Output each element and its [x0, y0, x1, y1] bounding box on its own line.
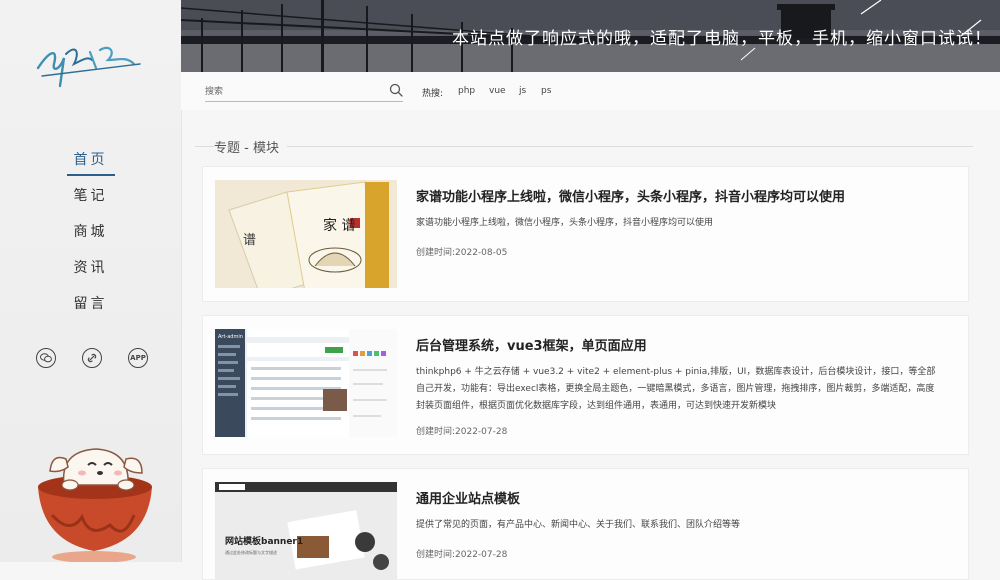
site-logo[interactable] [30, 30, 150, 90]
card-title[interactable]: 后台管理系统，vue3框架，单页面应用 [416, 335, 647, 354]
top-banner: 本站点做了响应式的哦，适配了电脑，平板，手机，缩小窗口试试！ [181, 0, 1000, 72]
card-date: 创建时间:2022-07-28 [416, 550, 508, 560]
sidebar: 首页 笔记 商城 资讯 留言 APP [0, 0, 182, 562]
mascot-dog-in-bowl [38, 448, 152, 562]
card-thumbnail: 网站模板banner1 通过此处修改标题与文字描述 [215, 482, 397, 579]
nav-item-news[interactable]: 资讯 [0, 256, 181, 292]
hot-tag-js[interactable]: js [519, 86, 526, 96]
nav-item-label: 留言 [73, 296, 108, 312]
hot-tag-vue[interactable]: vue [489, 86, 506, 96]
book-title: 家 谱 [323, 217, 355, 234]
wechat-icon[interactable] [36, 348, 56, 368]
card-date: 创建时间:2022-07-28 [416, 427, 508, 437]
card-thumbnail: 家 谱 谱 [215, 180, 397, 288]
active-underline [66, 174, 115, 176]
nav-item-notes[interactable]: 笔记 [0, 184, 181, 220]
search-icon[interactable] [389, 83, 403, 97]
card-title[interactable]: 通用企业站点模板 [416, 488, 520, 507]
search-input[interactable] [205, 83, 403, 102]
card-title[interactable]: 家谱功能小程序上线啦，微信小程序，头条小程序，抖音小程序均可以使用 [416, 186, 845, 205]
book-title-back: 谱 [243, 233, 256, 248]
article-card[interactable]: 家 谱 谱 家谱功能小程序上线啦，微信小程序，头条小程序，抖音小程序均可以使用 … [202, 166, 969, 302]
nav-item-label: 笔记 [73, 188, 108, 204]
social-links: APP [36, 348, 148, 368]
template-banner-title: 网站模板banner1 [225, 535, 303, 547]
section-divider [195, 146, 973, 147]
link-icon[interactable] [82, 348, 102, 368]
card-description: 家谱功能小程序上线啦，微信小程序，头条小程序，抖音小程序均可以使用 [416, 218, 714, 228]
nav-item-home[interactable]: 首页 [0, 148, 181, 184]
main-nav: 首页 笔记 商城 资讯 留言 [0, 148, 181, 328]
nav-item-label: 资讯 [73, 260, 108, 276]
article-card[interactable]: 网站模板banner1 通过此处修改标题与文字描述 通用企业站点模板 提供了常见… [202, 468, 969, 580]
card-thumbnail: Art-admin [215, 329, 397, 437]
app-icon[interactable]: APP [128, 348, 148, 368]
nav-item-label: 商城 [73, 224, 108, 240]
hot-tag-php[interactable]: php [458, 86, 475, 96]
nav-item-guestbook[interactable]: 留言 [0, 292, 181, 328]
card-description: 提供了常见的页面，有产品中心、新闻中心、关于我们、联系我们、团队介绍等等 [416, 520, 741, 530]
section-title: 专题 - 模块 [214, 137, 287, 156]
nav-item-label: 首页 [73, 152, 108, 168]
hot-search-label: 热搜: [422, 89, 444, 99]
nav-item-shop[interactable]: 商城 [0, 220, 181, 256]
card-description: thinkphp6 + 牛之云存储 + vue3.2 + vite2 + ele… [416, 367, 936, 411]
template-banner-sub: 通过此处修改标题与文字描述 [225, 549, 277, 555]
card-date: 创建时间:2022-08-05 [416, 248, 508, 258]
banner-slogan: 本站点做了响应式的哦，适配了电脑，平板，手机，缩小窗口试试！ [452, 29, 992, 49]
hot-tag-ps[interactable]: ps [541, 86, 551, 96]
article-card[interactable]: Art-admin 后台管理系统，vue3框架，单页面应用 thinkphp6 … [202, 315, 969, 455]
admin-app-name: Art-admin [218, 334, 243, 340]
search-bar: 热搜: php vue js ps [181, 72, 1000, 110]
app-icon-label: APP [130, 354, 146, 362]
